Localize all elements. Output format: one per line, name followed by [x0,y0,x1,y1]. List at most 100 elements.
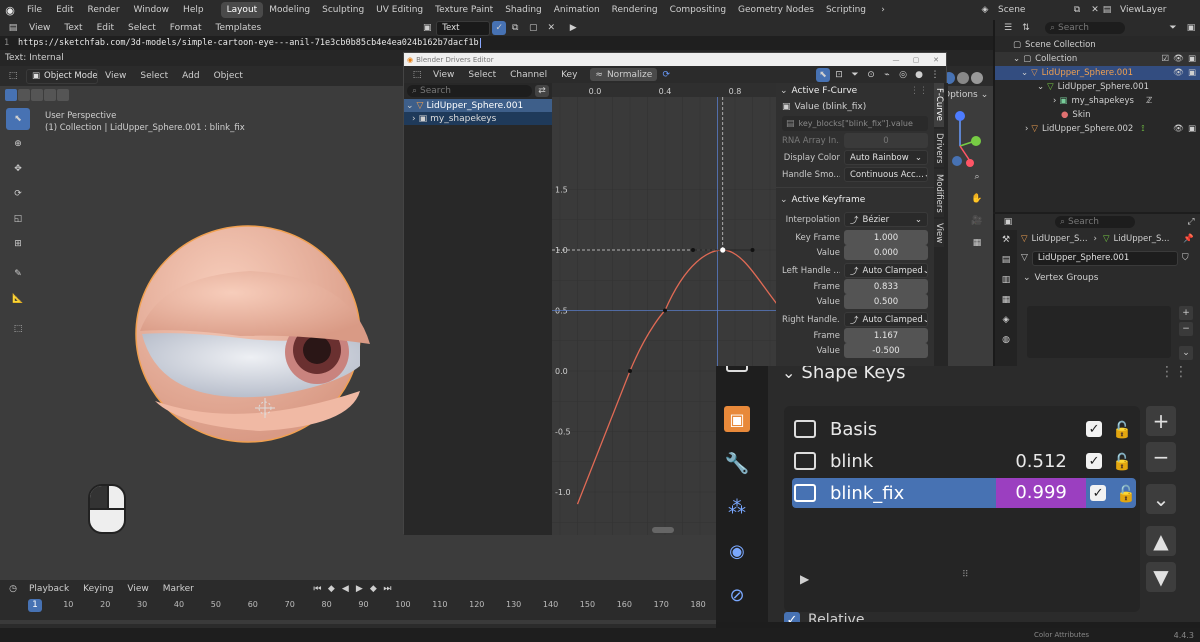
world-tab-icon[interactable]: ◍ [995,330,1017,350]
camera-icon[interactable]: ▣ [1188,124,1196,134]
zoom-icon[interactable]: ⌕ [965,166,989,188]
outliner-editor-icon[interactable]: ☰ [999,19,1017,37]
frame-all-icon[interactable]: ⊡ [832,66,846,84]
blender-logo-icon[interactable]: ◉ [0,1,20,19]
lock-icon[interactable]: 🔓 [1112,452,1132,471]
physics-icon[interactable]: ◉ [724,538,750,564]
tab-drivers[interactable]: Drivers [934,129,944,167]
left-frame-field[interactable]: 0.833 [844,279,928,294]
outliner-shapekeys[interactable]: › ▣ my_shapekeys ℤ [995,94,1200,108]
pivot-icon[interactable]: ⊙ [864,66,878,84]
overlay-dot-icon[interactable]: ● [912,66,926,84]
select-subtract-icon[interactable] [31,89,43,101]
vertex-groups-header[interactable]: ⌄ Vertex Groups [1023,270,1200,286]
lock-icon[interactable]: 🔓 [1116,484,1136,503]
text-line-content[interactable]: https://sketchfab.com/3d-models/simple-c… [18,38,479,48]
move-down-button[interactable]: ▼ [1146,562,1176,592]
list-sort-icon[interactable]: ▶ [800,572,809,586]
tab-animation[interactable]: Animation [548,2,606,18]
menu-render[interactable]: Render [81,5,127,15]
transform-tool-icon[interactable]: ⊞ [6,233,30,255]
tab-shading[interactable]: Shading [499,2,548,18]
shape-key-row-blink-fix[interactable]: blink_fix 0.999 ✓ 🔓 [792,478,1136,508]
handle-smoothing-dropdown[interactable]: Continuous Acc... ⌄ [844,167,928,182]
new-collection-icon[interactable]: ▣ [1182,19,1200,37]
vertex-groups-list[interactable] [1027,306,1171,358]
expand-icon[interactable]: ⤢ [1182,213,1200,231]
tab-fcurve[interactable]: F-Curve [934,83,944,127]
channel-shapekeys-row[interactable]: › ▣ my_shapekeys [404,112,552,125]
menu-keying[interactable]: Keying [76,584,120,594]
graph-scrollbar[interactable] [652,527,674,533]
minimize-icon[interactable]: — [886,56,906,64]
cursor-select-icon[interactable]: ⬉ [816,67,830,82]
tab-layout[interactable]: Layout [220,2,264,18]
menu-format[interactable]: Format [163,23,209,33]
menu-text[interactable]: Text [57,23,89,33]
checkbox-checked-icon[interactable]: ✓ [784,612,800,622]
key-value-field[interactable]: 0.000 [844,245,928,260]
outliner-skin[interactable]: ● Skin [995,108,1200,122]
tab-modeling[interactable]: Modeling [263,2,316,18]
cursor-tool-icon[interactable]: ⊕ [6,133,30,155]
particles-icon[interactable]: ⁂ [724,494,750,520]
timeline-scrollbar[interactable] [0,620,716,624]
add-cube-tool-icon[interactable]: ⬚ [6,318,30,340]
vertex-group-menu-icon[interactable]: ⌄ [1179,346,1193,360]
active-keyframe-panel-header[interactable]: ⌄ Active Keyframe [776,192,934,208]
properties-editor-icon[interactable]: ▣ [999,213,1017,231]
play-icon[interactable]: ▶ [353,580,366,598]
grid-toggle-icon[interactable]: ▦ [965,232,989,254]
tab-compositing[interactable]: Compositing [664,2,732,18]
material-shading-icon[interactable] [957,72,969,84]
left-handle-dropdown[interactable]: ⤴ Auto Clamped ⌄ [844,263,928,278]
properties-search-input[interactable]: ⌕ Search [1055,216,1135,228]
camera-icon[interactable]: ▣ [1188,54,1196,64]
options-dropdown[interactable]: Options ⌄ [943,88,988,102]
select-new-icon[interactable] [5,89,17,101]
object-tab-icon[interactable]: ▣ [724,406,750,432]
eye-icon[interactable]: 👁 [1173,68,1184,78]
current-frame-indicator[interactable]: 1 [28,599,42,612]
camera-icon[interactable]: ▣ [1188,68,1196,78]
menu-view[interactable]: View [426,70,461,80]
add-shape-key-button[interactable]: + [1146,406,1176,436]
shape-key-specials-button[interactable]: ⌄ [1146,484,1176,514]
scale-tool-icon[interactable]: ◱ [6,208,30,230]
lock-icon[interactable]: 🔓 [1112,420,1132,439]
new-text-icon[interactable]: ▢ [524,19,542,37]
view-layer-tab-icon[interactable]: ▦ [995,290,1017,310]
chevron-right-icon[interactable]: › [874,1,892,19]
breadcrumb-mesh[interactable]: LidUpper_S... [1113,234,1169,244]
eye-icon[interactable]: 👁 [1173,124,1184,134]
shape-key-row-basis[interactable]: Basis ✓ 🔓 [794,414,1132,444]
select-box-tool-icon[interactable]: ⬉ [6,108,30,130]
display-color-dropdown[interactable]: Auto Rainbow ⌄ [844,150,928,165]
left-value-field[interactable]: 0.500 [844,294,928,309]
modifier-wrench-icon[interactable]: 🔧 [724,450,750,476]
interpolation-dropdown[interactable]: ⤴ Bézier ⌄ [844,212,928,227]
add-vertex-group-icon[interactable]: + [1179,306,1193,320]
mesh-name-field[interactable]: LidUpper_Sphere.001 [1031,250,1178,266]
move-tool-icon[interactable]: ✥ [6,158,30,180]
pin-icon[interactable]: 📌 [1183,234,1194,244]
swap-icon[interactable]: ⇄ [535,85,549,97]
duplicate-icon[interactable]: ⧉ [506,19,524,37]
tab-geometry-nodes[interactable]: Geometry Nodes [732,2,820,18]
list-resize-grip-icon[interactable]: ⠿ [962,570,969,580]
prev-keyframe-icon[interactable]: ◆ [325,580,338,598]
normalize-toggle[interactable]: ≈ Normalize [590,68,658,81]
shield-icon[interactable]: ⛉ [1182,253,1189,263]
fake-user-icon[interactable]: ✓ [492,21,507,35]
menu-templates[interactable]: Templates [208,23,268,33]
menu-key[interactable]: Key [554,70,584,80]
text-editor-icon[interactable]: ▤ [4,19,22,37]
timeline-editor-icon[interactable]: ◷ [4,580,22,598]
jump-end-icon[interactable]: ⏭ [381,580,394,598]
tab-modifiers[interactable]: Modifiers [934,169,944,217]
relative-row[interactable]: ✓ Relative [784,612,864,622]
channel-object-row[interactable]: ⌄ ▽ LidUpper_Sphere.001 [404,99,552,112]
jump-start-icon[interactable]: ⏮ [311,580,324,598]
more-options-icon[interactable]: ⋮ [928,66,942,84]
tab-sculpting[interactable]: Sculpting [316,2,370,18]
